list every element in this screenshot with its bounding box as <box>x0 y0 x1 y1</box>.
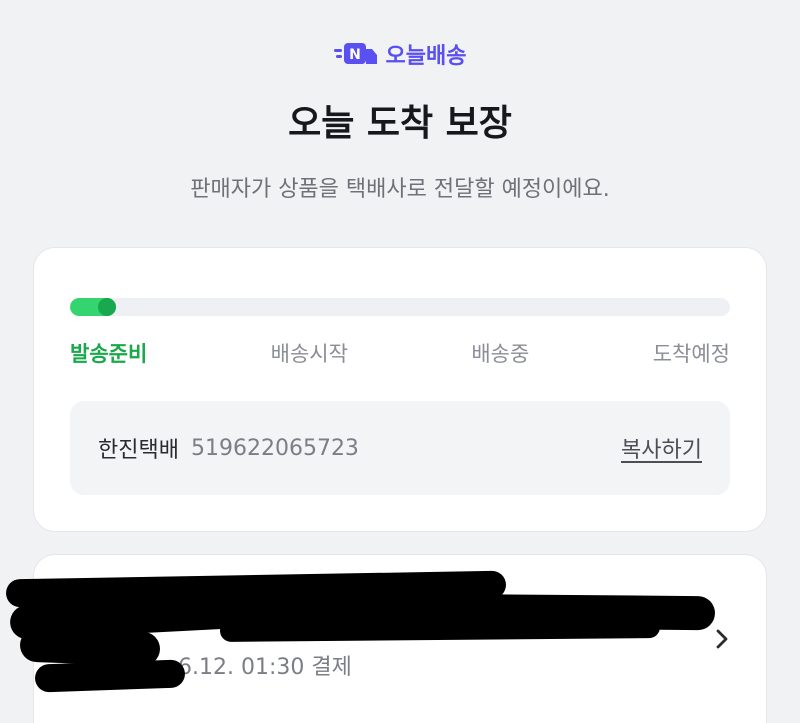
redaction-mark <box>34 659 186 693</box>
step-in-transit: 배송중 <box>471 342 530 366</box>
brand-header: N 오늘배송 <box>0 38 800 70</box>
brand-name: 오늘배송 <box>385 44 467 69</box>
invoice-number: 519622065723 <box>190 435 359 461</box>
svg-text:N: N <box>349 47 361 63</box>
order-payment-time: 6.12. 01:30 결제 <box>178 655 352 680</box>
delivery-truck-logo-icon: N <box>333 40 380 68</box>
carrier-name: 한진택배 <box>98 438 179 463</box>
delivery-progress-bar <box>70 298 730 316</box>
page-subtitle: 판매자가 상품을 택배사로 전달할 예정이에요. <box>190 177 610 202</box>
chevron-right-icon[interactable] <box>708 625 736 653</box>
progress-knob <box>98 298 116 316</box>
step-ready: 발송준비 <box>70 342 148 366</box>
copy-invoice-button[interactable]: 복사하기 <box>621 432 702 464</box>
page-title: 오늘 도착 보장 <box>288 103 512 144</box>
invoice-info: 한진택배 519622065723 복사하기 <box>70 401 730 495</box>
redaction-mark <box>219 616 661 642</box>
step-shipped: 배송시작 <box>270 342 348 366</box>
delivery-status-page: N 오늘배송 오늘 도착 보장 판매자가 상품을 택배사로 전달할 예정이에요.… <box>0 0 800 723</box>
delivery-steps: 발송준비 배송시작 배송중 도착예정 <box>70 338 730 368</box>
tracking-card: 발송준비 배송시작 배송중 도착예정 한진택배 519622065723 복사하… <box>33 247 767 532</box>
step-arriving: 도착예정 <box>652 342 730 366</box>
